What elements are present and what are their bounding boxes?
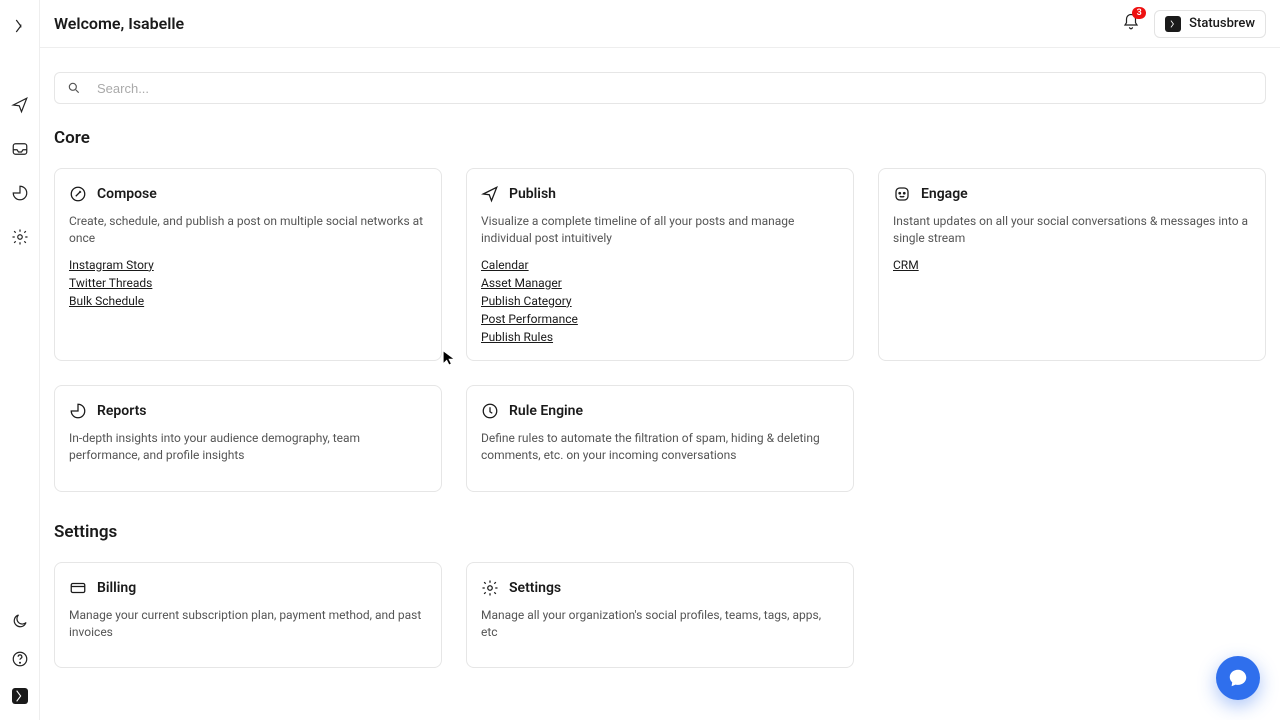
card-title: Compose <box>97 186 157 202</box>
card-desc: Manage all your organization's social pr… <box>481 607 839 642</box>
nav-inbox-icon[interactable] <box>11 140 29 162</box>
link-publish-category[interactable]: Publish Category <box>481 294 572 308</box>
chat-icon <box>1227 667 1249 689</box>
page-title: Welcome, Isabelle <box>54 14 184 33</box>
section-core-title: Core <box>54 128 1266 148</box>
link-crm[interactable]: CRM <box>893 258 919 272</box>
topbar: Welcome, Isabelle 3 Statusbrew <box>40 0 1280 48</box>
app-logo-icon[interactable] <box>10 16 30 36</box>
card-title: Rule Engine <box>509 403 583 419</box>
workspace-name: Statusbrew <box>1189 16 1255 31</box>
card-settings[interactable]: Settings Manage all your organization's … <box>466 562 854 669</box>
card-desc: Define rules to automate the filtration … <box>481 430 839 465</box>
rule-icon <box>481 402 499 420</box>
card-title: Publish <box>509 186 556 202</box>
card-compose[interactable]: Compose Create, schedule, and publish a … <box>54 168 442 361</box>
card-billing[interactable]: Billing Manage your current subscription… <box>54 562 442 669</box>
notifications-button[interactable]: 3 <box>1122 13 1140 35</box>
card-desc: Instant updates on all your social conve… <box>893 213 1251 248</box>
link-asset-manager[interactable]: Asset Manager <box>481 276 562 290</box>
card-reports[interactable]: Reports In-depth insights into your audi… <box>54 385 442 492</box>
search-input[interactable] <box>97 81 1253 96</box>
help-icon[interactable] <box>11 650 29 672</box>
link-instagram-story[interactable]: Instagram Story <box>69 258 154 272</box>
card-desc: In-depth insights into your audience dem… <box>69 430 427 465</box>
card-desc: Visualize a complete timeline of all you… <box>481 213 839 248</box>
card-desc: Create, schedule, and publish a post on … <box>69 213 427 248</box>
nav-reports-icon[interactable] <box>11 184 29 206</box>
reports-icon <box>69 402 87 420</box>
sidebar <box>0 0 40 720</box>
link-post-performance[interactable]: Post Performance <box>481 312 578 326</box>
billing-icon <box>69 579 87 597</box>
publish-icon <box>481 185 499 203</box>
workspace-switcher[interactable]: Statusbrew <box>1154 10 1266 38</box>
chat-launcher[interactable] <box>1216 656 1260 700</box>
theme-toggle-icon[interactable] <box>11 612 29 634</box>
nav-publish-icon[interactable] <box>11 96 29 118</box>
card-publish[interactable]: Publish Visualize a complete timeline of… <box>466 168 854 361</box>
card-desc: Manage your current subscription plan, p… <box>69 607 427 642</box>
link-bulk-schedule[interactable]: Bulk Schedule <box>69 294 144 308</box>
card-title: Settings <box>509 580 561 596</box>
notif-badge: 3 <box>1132 7 1146 19</box>
card-title: Reports <box>97 403 147 419</box>
section-settings-title: Settings <box>54 522 1266 542</box>
card-rule-engine[interactable]: Rule Engine Define rules to automate the… <box>466 385 854 492</box>
compose-icon <box>69 185 87 203</box>
gear-icon <box>481 579 499 597</box>
search-bar[interactable] <box>54 72 1266 104</box>
card-title: Engage <box>921 186 968 202</box>
card-engage[interactable]: Engage Instant updates on all your socia… <box>878 168 1266 361</box>
link-publish-rules[interactable]: Publish Rules <box>481 330 553 344</box>
engage-icon <box>893 185 911 203</box>
workspace-icon[interactable] <box>12 688 28 704</box>
main-content: Core Compose Create, schedule, and publi… <box>40 48 1280 720</box>
nav-settings-icon[interactable] <box>11 228 29 250</box>
search-icon <box>67 81 81 95</box>
link-twitter-threads[interactable]: Twitter Threads <box>69 276 152 290</box>
card-title: Billing <box>97 580 136 596</box>
link-calendar[interactable]: Calendar <box>481 258 529 272</box>
